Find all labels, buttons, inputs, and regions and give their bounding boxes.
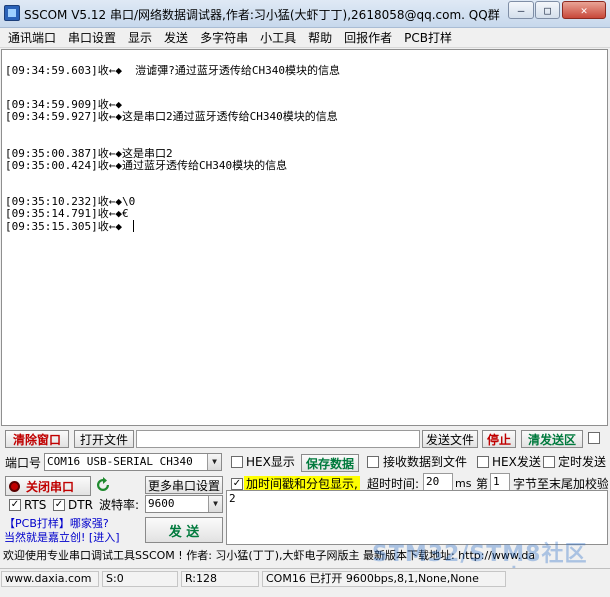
window-title: SSCOM V5.12 串口/网络数据调试器,作者:习小猛(大虾丁丁),2618…	[24, 8, 500, 22]
clear-send-area-button[interactable]: 清发送区	[521, 430, 583, 448]
port-select[interactable]: COM16 USB-SERIAL CH340 ▼	[44, 453, 222, 471]
menu-multi-string[interactable]: 多字符串	[194, 29, 254, 47]
recv-to-file-label: 接收数据到文件	[383, 455, 468, 469]
receive-line-text: [09:35:15.305]收←◆	[5, 220, 129, 233]
chevron-down-icon: ▼	[207, 454, 221, 470]
hex-send-label: HEX发送	[492, 455, 541, 469]
receive-area[interactable]: [09:34:59.603]收←◆ 溰谑彃?通过蓝牙透传给CH340模块的信息 …	[1, 49, 608, 426]
send-button[interactable]: 发 送	[145, 517, 223, 543]
hex-send-checkbox[interactable]	[477, 456, 489, 468]
baud-label: 波特率:	[99, 498, 140, 512]
timed-send-checkbox[interactable]	[543, 456, 555, 468]
record-icon	[9, 480, 20, 492]
status-website[interactable]: www.daxia.com	[1, 571, 99, 587]
dtr-checkbox[interactable]: ✓	[53, 499, 65, 511]
minimize-button[interactable]: —	[508, 1, 534, 19]
status-port-info: COM16 已打开 9600bps,8,1,None,None	[262, 571, 506, 587]
dtr-label: DTR	[68, 498, 93, 512]
open-file-button[interactable]: 打开文件	[74, 430, 134, 448]
menu-tools[interactable]: 小工具	[254, 29, 302, 47]
status-bar: www.daxia.com S:0 R:128 COM16 已打开 9600bp…	[0, 568, 610, 588]
timeout-input[interactable]: 20	[423, 473, 453, 491]
text-caret	[132, 220, 134, 232]
chevron-down-icon: ▼	[208, 496, 222, 512]
send-file-button[interactable]: 发送文件	[422, 430, 478, 448]
app-icon	[4, 5, 20, 21]
refresh-icon[interactable]	[95, 477, 111, 493]
baud-select[interactable]: 9600 ▼	[145, 495, 223, 513]
jlc-promo-link[interactable]: 当然就是嘉立创! [进入]	[4, 530, 120, 546]
clear-window-button[interactable]: 清除窗口	[5, 430, 69, 448]
hex-display-checkbox[interactable]	[231, 456, 243, 468]
file-path-input[interactable]	[136, 430, 420, 448]
toolbar-checkbox[interactable]	[588, 432, 600, 444]
title-bar: SSCOM V5.12 串口/网络数据调试器,作者:习小猛(大虾丁丁),2618…	[0, 0, 610, 28]
menu-report-author[interactable]: 回报作者	[338, 29, 398, 47]
close-button[interactable]: ✕	[562, 1, 606, 19]
more-serial-settings-button[interactable]: 更多串口设置	[145, 476, 223, 494]
receive-line: [09:35:15.305]收←◆	[5, 220, 134, 233]
receive-line: [09:35:00.424]收←◆通过蓝牙透传给CH340模块的信息	[5, 159, 288, 172]
maximize-button[interactable]: □	[535, 1, 560, 19]
close-port-button[interactable]: 关闭串口	[5, 476, 91, 496]
baud-select-value: 9600	[148, 497, 175, 510]
page-input[interactable]: 1	[490, 473, 510, 491]
port-select-value: COM16 USB-SERIAL CH340	[47, 455, 193, 468]
status-received-count: R:128	[181, 571, 259, 587]
send-input-text: 2	[229, 492, 236, 505]
menu-send[interactable]: 发送	[158, 29, 194, 47]
receive-line: [09:35:14.791]收←◆€	[5, 207, 129, 220]
receive-line: [09:34:59.603]收←◆ 溰谑彃?通过蓝牙透传给CH340模块的信息	[5, 64, 340, 77]
menu-serial-settings[interactable]: 串口设置	[62, 29, 122, 47]
status-sent-count: S:0	[102, 571, 178, 587]
port-label: 端口号	[5, 456, 42, 470]
hex-display-label: HEX显示	[246, 455, 295, 469]
stop-button[interactable]: 停止	[482, 430, 516, 448]
recv-to-file-checkbox[interactable]	[367, 456, 379, 468]
receive-line: [09:34:59.927]收←◆这是串口2通过蓝牙透传给CH340模块的信息	[5, 110, 338, 123]
timed-send-label: 定时发送	[558, 455, 607, 469]
rts-checkbox[interactable]: ✓	[9, 499, 21, 511]
close-port-label: 关闭串口	[26, 479, 75, 494]
menu-help[interactable]: 帮助	[302, 29, 338, 47]
menu-bar: 通讯端口 串口设置 显示 发送 多字符串 小工具 帮助 回报作者 PCB打样	[0, 28, 610, 48]
save-data-button[interactable]: 保存数据	[301, 454, 359, 472]
menu-pcb[interactable]: PCB打样	[398, 29, 458, 47]
rts-label: RTS	[24, 498, 47, 512]
menu-port[interactable]: 通讯端口	[2, 29, 62, 47]
menu-display[interactable]: 显示	[122, 29, 158, 47]
add-timestamp-checkbox[interactable]: ✓	[231, 478, 243, 490]
